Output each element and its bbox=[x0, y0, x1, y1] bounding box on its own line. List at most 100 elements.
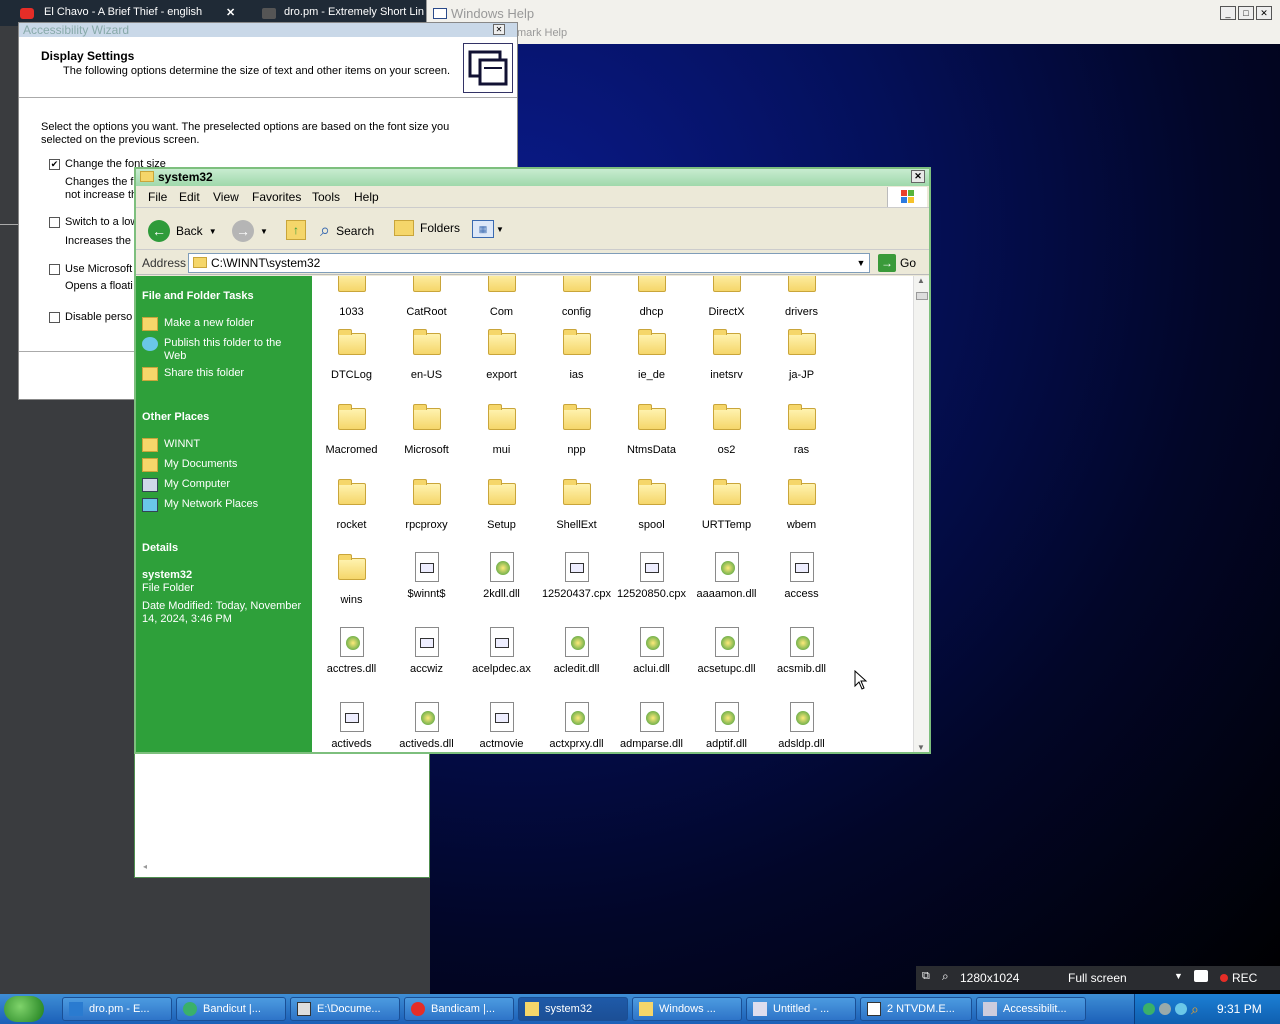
menu-file[interactable]: File bbox=[148, 190, 167, 204]
folder-item[interactable]: export bbox=[464, 327, 539, 381]
wizard-close-icon[interactable]: ✕ bbox=[493, 24, 505, 35]
folder-item[interactable]: mui bbox=[464, 402, 539, 456]
tray-app-icon[interactable] bbox=[1159, 1003, 1171, 1015]
place-my-computer[interactable]: My Computer bbox=[142, 478, 230, 492]
folder-item[interactable]: ras bbox=[764, 402, 839, 456]
folder-item[interactable]: ias bbox=[539, 327, 614, 381]
folder-item[interactable]: config bbox=[539, 276, 614, 318]
task-publish-web[interactable]: Publish this folder to the Web bbox=[142, 337, 302, 363]
mode-dropdown-icon[interactable]: ▼ bbox=[1174, 971, 1183, 981]
folder-item[interactable]: Microsoft bbox=[389, 402, 464, 456]
file-folder-tasks-heading[interactable]: File and Folder Tasks bbox=[142, 290, 254, 302]
details-heading[interactable]: Details bbox=[142, 542, 178, 554]
file-item[interactable]: activeds bbox=[314, 702, 389, 750]
file-item[interactable]: 2kdll.dll bbox=[464, 552, 539, 600]
folder-item[interactable]: inetsrv bbox=[689, 327, 764, 381]
tray-app-icon[interactable] bbox=[1175, 1003, 1187, 1015]
file-item[interactable]: actmovie bbox=[464, 702, 539, 750]
scroll-down-icon[interactable]: ▼ bbox=[917, 743, 925, 752]
rec-label[interactable]: REC bbox=[1232, 971, 1257, 985]
views-dropdown-icon[interactable]: ▼ bbox=[496, 225, 504, 234]
help-menu-bar[interactable]: mark Help bbox=[517, 27, 567, 39]
folder-item[interactable]: DirectX bbox=[689, 276, 764, 318]
browser-tab-2[interactable]: dro.pm - Extremely Short Lin bbox=[284, 6, 424, 18]
browser-tab-1[interactable]: El Chavo - A Brief Thief - english bbox=[44, 6, 202, 18]
scroll-thumb[interactable] bbox=[916, 292, 928, 300]
taskbar-button-untitled[interactable]: Untitled - ... bbox=[746, 997, 856, 1021]
file-item[interactable]: accwiz bbox=[389, 627, 464, 675]
file-item[interactable]: acsmib.dll bbox=[764, 627, 839, 675]
option-checkbox-font-size[interactable]: ✔ bbox=[49, 159, 60, 170]
menu-edit[interactable]: Edit bbox=[179, 190, 200, 204]
file-item[interactable]: 12520437.cpx bbox=[539, 552, 614, 600]
file-item[interactable]: adptif.dll bbox=[689, 702, 764, 750]
file-item[interactable]: activeds.dll bbox=[389, 702, 464, 750]
back-button[interactable]: ← Back ▼ bbox=[148, 220, 217, 242]
address-input[interactable]: C:\WINNT\system32 ▼ bbox=[188, 253, 870, 273]
other-places-heading[interactable]: Other Places bbox=[142, 411, 209, 423]
folder-item[interactable]: Setup bbox=[464, 477, 539, 531]
option-checkbox-low-res[interactable] bbox=[49, 217, 60, 228]
folder-item[interactable]: ShellExt bbox=[539, 477, 614, 531]
folder-item[interactable]: Macromed bbox=[314, 402, 389, 456]
file-item[interactable]: admparse.dll bbox=[614, 702, 689, 750]
file-item[interactable]: actxprxy.dll bbox=[539, 702, 614, 750]
file-item[interactable]: access bbox=[764, 552, 839, 600]
place-my-documents[interactable]: My Documents bbox=[142, 458, 237, 472]
menu-tools[interactable]: Tools bbox=[312, 190, 340, 204]
folder-item[interactable]: en-US bbox=[389, 327, 464, 381]
camera-icon[interactable] bbox=[1194, 970, 1208, 982]
file-item[interactable]: 12520850.cpx bbox=[614, 552, 689, 600]
back-dropdown-icon[interactable]: ▼ bbox=[209, 227, 217, 236]
taskbar-button-system32[interactable]: system32 bbox=[518, 997, 628, 1021]
taskbar-button-accessibility[interactable]: Accessibilit... bbox=[976, 997, 1086, 1021]
taskbar-button-bandicut[interactable]: Bandicut |... bbox=[176, 997, 286, 1021]
menu-favorites[interactable]: Favorites bbox=[252, 190, 301, 204]
file-item[interactable]: $winnt$ bbox=[389, 552, 464, 600]
folder-item[interactable]: Com bbox=[464, 276, 539, 318]
clock[interactable]: 9:31 PM bbox=[1217, 1002, 1262, 1016]
task-make-new-folder[interactable]: Make a new folder bbox=[142, 317, 254, 331]
place-winnt[interactable]: WINNT bbox=[142, 438, 200, 452]
file-item[interactable]: acelpdec.ax bbox=[464, 627, 539, 675]
close-button[interactable]: ✕ bbox=[911, 170, 925, 183]
taskbar-button-documents[interactable]: E:\Docume... bbox=[290, 997, 400, 1021]
task-share-folder[interactable]: Share this folder bbox=[142, 367, 244, 381]
folder-item[interactable]: rocket bbox=[314, 477, 389, 531]
close-tab-icon[interactable]: ✕ bbox=[226, 6, 235, 19]
vertical-scrollbar[interactable]: ▲ ▼ bbox=[913, 276, 929, 752]
folder-item[interactable]: URTTemp bbox=[689, 477, 764, 531]
file-item[interactable]: aclui.dll bbox=[614, 627, 689, 675]
scroll-up-icon[interactable]: ▲ bbox=[917, 276, 925, 285]
file-item[interactable]: acledit.dll bbox=[539, 627, 614, 675]
tray-network-icon[interactable] bbox=[1143, 1003, 1155, 1015]
option-checkbox-personalized-menus[interactable] bbox=[49, 312, 60, 323]
option-checkbox-magnifier[interactable] bbox=[49, 264, 60, 275]
file-item[interactable]: adsldp.dll bbox=[764, 702, 839, 750]
folders-button[interactable]: Folders bbox=[394, 220, 460, 236]
taskbar-button-ntvdm[interactable]: 2 NTVDM.E... bbox=[860, 997, 972, 1021]
folder-item[interactable]: ja-JP bbox=[764, 327, 839, 381]
views-button[interactable]: ▦ ▼ bbox=[472, 220, 504, 238]
file-item[interactable]: aaaamon.dll bbox=[689, 552, 764, 600]
start-button[interactable] bbox=[4, 996, 44, 1022]
menu-help[interactable]: Help bbox=[354, 190, 379, 204]
file-item[interactable]: acctres.dll bbox=[314, 627, 389, 675]
minimize-button[interactable]: _ bbox=[1220, 6, 1236, 20]
window-mode-icon[interactable]: ⧉ bbox=[922, 970, 930, 983]
forward-button[interactable]: → ▼ bbox=[232, 220, 268, 242]
folder-item[interactable]: ie_de bbox=[614, 327, 689, 381]
close-button[interactable]: ✕ bbox=[1256, 6, 1272, 20]
scroll-left-icon[interactable]: ◂ bbox=[143, 862, 147, 871]
recording-mode[interactable]: Full screen bbox=[1068, 971, 1127, 985]
tray-search-icon[interactable]: ⌕ bbox=[1191, 1001, 1199, 1018]
folder-item[interactable]: drivers bbox=[764, 276, 839, 318]
folder-item[interactable]: wins bbox=[314, 552, 389, 606]
search-button[interactable]: ⌕ Search bbox=[320, 220, 374, 241]
taskbar-button-windows[interactable]: Windows ... bbox=[632, 997, 742, 1021]
folder-item[interactable]: DTCLog bbox=[314, 327, 389, 381]
go-button[interactable]: → Go bbox=[878, 254, 916, 272]
folder-item[interactable]: 1033 bbox=[314, 276, 389, 318]
up-folder-button[interactable]: ↑ bbox=[286, 220, 306, 240]
folder-item[interactable]: dhcp bbox=[614, 276, 689, 318]
